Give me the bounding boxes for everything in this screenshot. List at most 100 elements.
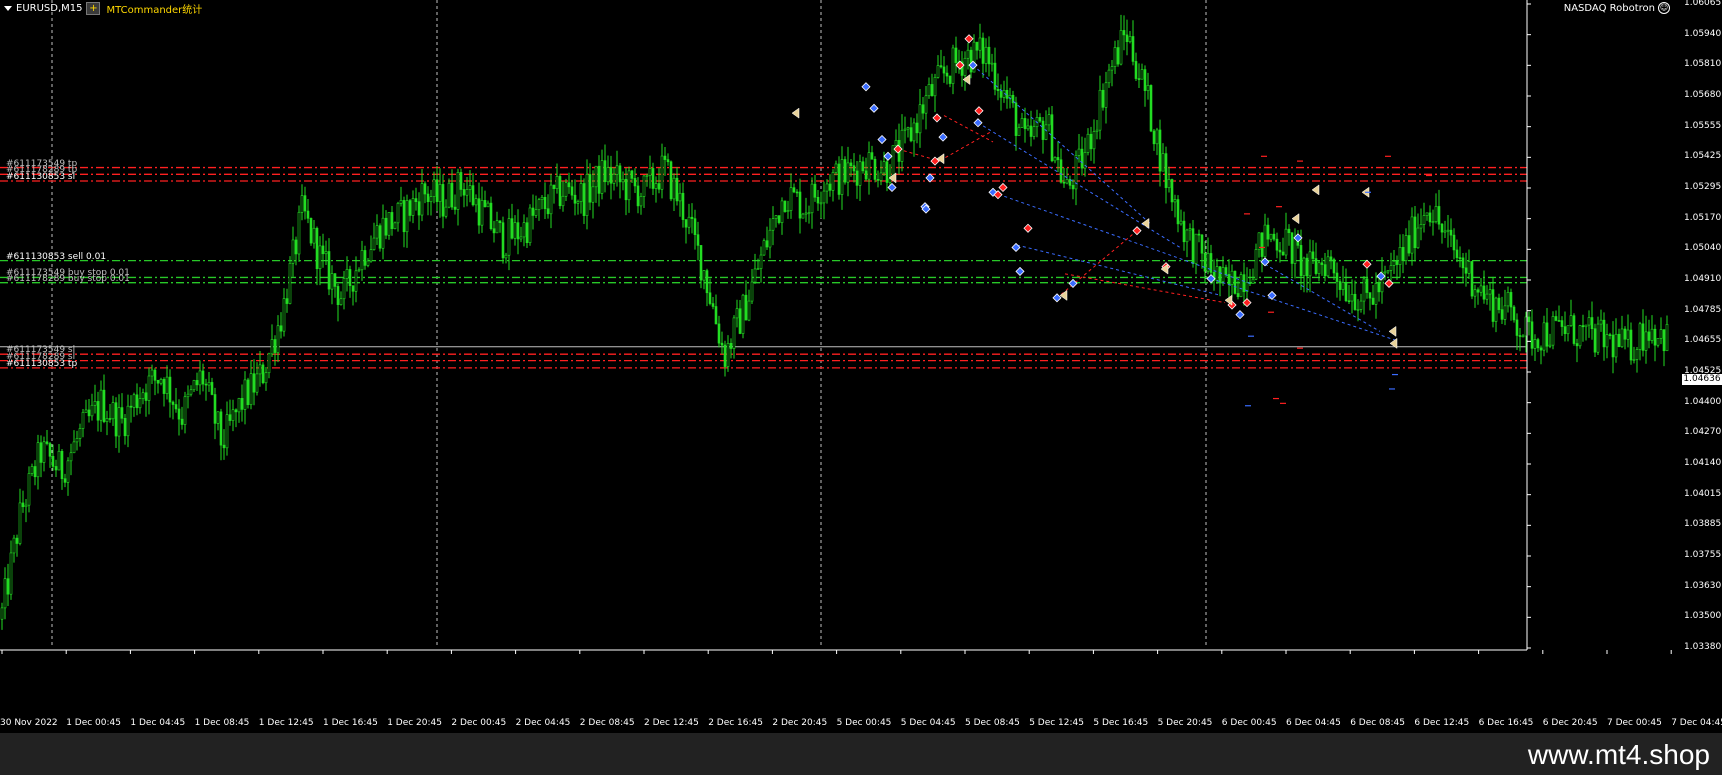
candle-body	[636, 185, 640, 207]
candle-body	[324, 251, 328, 255]
candle-body	[816, 196, 820, 204]
candle-body	[120, 407, 124, 419]
candle-body	[1404, 235, 1408, 261]
candle-body	[204, 383, 208, 386]
candle-body	[1281, 251, 1285, 256]
candle-body	[1335, 272, 1339, 282]
robot-name: NASDAQ Robotron	[1563, 2, 1655, 14]
y-tick-label: 1.05295	[1684, 182, 1722, 192]
candle-body	[1398, 247, 1402, 265]
candle-body	[1329, 256, 1333, 260]
candle-body	[1521, 335, 1525, 338]
candle-body	[1020, 118, 1024, 128]
candle-body	[1368, 292, 1372, 299]
candle-body	[351, 285, 355, 292]
candle-body	[669, 161, 673, 200]
y-tick-label: 1.05555	[1684, 120, 1722, 131]
candle-body	[1647, 331, 1651, 341]
candle-body	[1053, 157, 1057, 162]
x-tick-label: 6 Dec 12:45	[1414, 718, 1470, 728]
candle-body	[177, 408, 181, 420]
candle-body	[918, 104, 922, 134]
candle-body	[771, 218, 775, 231]
candle-body	[1239, 274, 1243, 298]
y-tick-label: 1.03380	[1684, 642, 1722, 652]
candle-body	[1164, 153, 1168, 188]
candle-body	[609, 167, 613, 184]
candle-body	[102, 389, 106, 422]
candle-body	[456, 172, 460, 210]
candle-body	[585, 174, 589, 216]
candle-body	[1167, 179, 1171, 188]
candle-body	[1620, 328, 1624, 348]
candle-body	[288, 262, 292, 304]
candle-body	[714, 306, 718, 325]
candle-body	[600, 160, 604, 194]
candle-body	[762, 240, 766, 256]
candle-body	[1353, 293, 1357, 310]
candle-body	[1332, 259, 1336, 274]
candle-body	[1299, 245, 1303, 276]
candle-body	[1041, 120, 1045, 140]
y-tick-label: 1.05425	[1684, 151, 1722, 162]
candle-body	[573, 194, 577, 204]
candle-body	[1161, 153, 1165, 172]
sell-marker-icon	[998, 182, 1008, 193]
y-tick-label: 1.05040	[1684, 243, 1722, 254]
candle-body	[468, 185, 472, 190]
x-tick-label: 1 Dec 12:45	[258, 718, 314, 728]
candle-body	[1290, 232, 1294, 264]
close-marker-icon	[962, 74, 971, 86]
candle-body	[1302, 257, 1306, 276]
candle-body	[1431, 221, 1435, 223]
candle-body	[1551, 316, 1555, 346]
candle-body	[147, 375, 151, 401]
candle-body	[522, 222, 526, 238]
candle-body	[555, 176, 559, 189]
candle-body	[510, 218, 514, 239]
candle-body	[1014, 102, 1018, 136]
add-indicator-button[interactable]: +	[86, 1, 101, 15]
buy-marker-icon	[861, 82, 871, 92]
candle-body	[672, 177, 676, 200]
candle-body	[3, 578, 7, 609]
order-label: #611130853 sl	[6, 172, 76, 182]
candle-body	[483, 200, 487, 208]
candle-body	[1455, 249, 1459, 258]
candle-body	[705, 270, 709, 294]
candle-body	[1548, 344, 1552, 347]
candle-body	[30, 466, 34, 474]
candle-body	[717, 323, 721, 344]
candle-body	[693, 218, 697, 235]
candle-body	[69, 452, 73, 462]
price-chart[interactable]: EURUSD,M15 + MTCommander统计 NASDAQ Robotr…	[0, 0, 1722, 728]
candle-body	[894, 140, 898, 146]
x-tick-label: 2 Dec 08:45	[579, 718, 635, 728]
candle-body	[0, 607, 4, 620]
candle-body	[699, 245, 703, 281]
candle-body	[543, 196, 547, 210]
candle-body	[291, 239, 295, 264]
candle-body	[1518, 335, 1522, 337]
x-tick-label: 2 Dec 12:45	[644, 718, 699, 728]
chevron-down-icon[interactable]	[4, 5, 12, 11]
candle-body	[1095, 129, 1099, 132]
candle-body	[1044, 124, 1048, 140]
candles	[0, 14, 1669, 630]
candle-body	[519, 236, 523, 240]
buy-marker-icon	[883, 151, 893, 161]
trade-connector-line	[943, 115, 994, 143]
candle-body	[1575, 343, 1579, 347]
candle-body	[219, 411, 223, 446]
candle-body	[624, 178, 628, 201]
candle-body	[1266, 224, 1270, 240]
candle-body	[1542, 322, 1546, 351]
candle-body	[180, 418, 184, 425]
candle-body	[978, 37, 982, 51]
candle-body	[768, 229, 772, 248]
candle-body	[678, 192, 682, 202]
candle-body	[132, 394, 136, 408]
candle-body	[1401, 247, 1405, 261]
candle-body	[93, 401, 97, 406]
chart-canvas[interactable]	[0, 0, 1722, 715]
